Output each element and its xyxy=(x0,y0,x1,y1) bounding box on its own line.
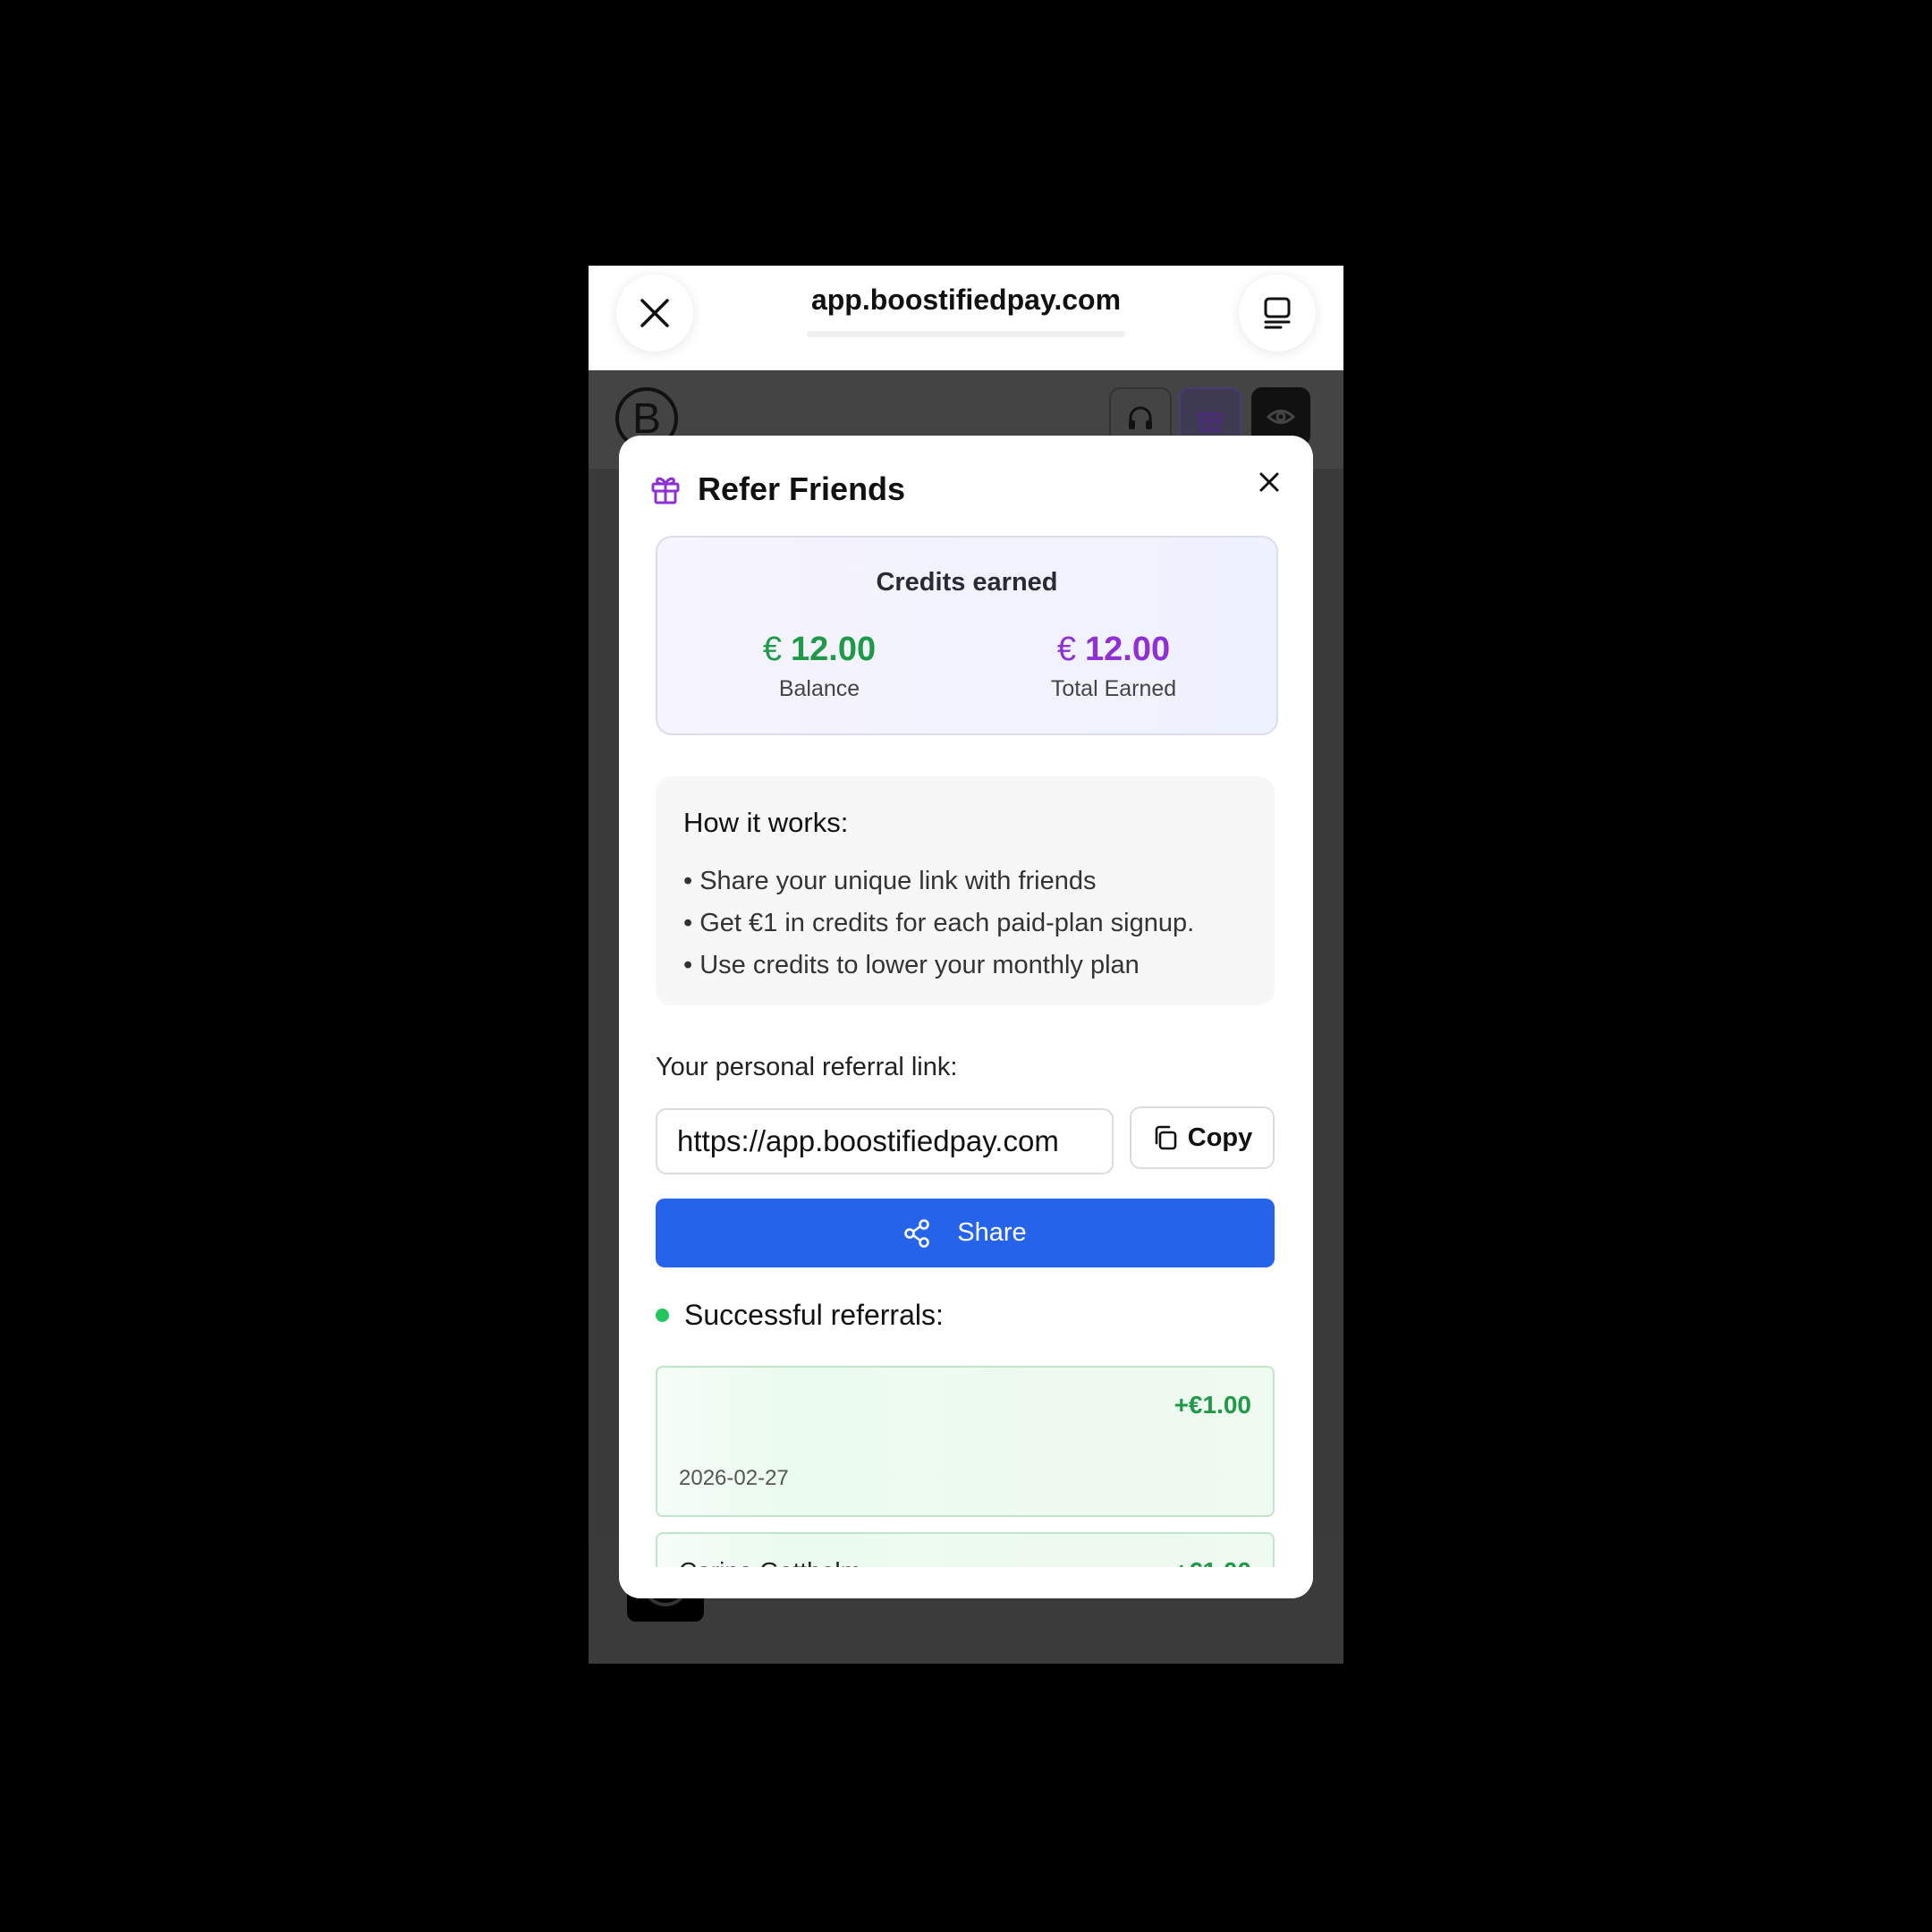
referral-link-input[interactable] xyxy=(656,1108,1114,1174)
currency-symbol: € xyxy=(1056,631,1077,668)
total-earned-stat: €12.00 Total Earned xyxy=(979,631,1248,702)
share-button-label: Share xyxy=(957,1218,1027,1247)
how-it-works-title: How it works: xyxy=(683,807,849,838)
gift-icon xyxy=(651,477,680,504)
copy-icon xyxy=(1155,1125,1177,1150)
how-it-works-item: • Use credits to lower your monthly plan xyxy=(683,951,1140,979)
modal-close-button[interactable] xyxy=(1250,462,1289,502)
share-button[interactable]: Share xyxy=(656,1199,1275,1267)
how-it-works-list: • Share your unique link with friends • … xyxy=(683,860,1194,987)
close-icon xyxy=(1259,472,1279,492)
referral-link-label: Your personal referral link: xyxy=(656,1053,958,1081)
balance-label: Balance xyxy=(778,676,860,701)
referral-item: +€1.00 2026-02-27 xyxy=(656,1366,1275,1517)
modal-header: Refer Friends xyxy=(649,462,905,516)
how-it-works-item: • Share your unique link with friends xyxy=(683,867,1097,895)
total-earned-label: Total Earned xyxy=(1050,676,1177,701)
credits-title: Credits earned xyxy=(876,568,1058,597)
share-icon xyxy=(904,1218,930,1248)
balance-amount: €12.00 xyxy=(685,631,953,669)
referral-date: 2026-02-27 xyxy=(679,1466,789,1490)
eye-icon xyxy=(1266,410,1296,424)
copy-button[interactable]: Copy xyxy=(1130,1106,1275,1169)
referral-amount: +€1.00 xyxy=(1174,1391,1251,1419)
total-earned-value: 12.00 xyxy=(1085,631,1171,668)
copy-button-label: Copy xyxy=(1187,1123,1253,1152)
how-it-works-card: How it works: • Share your unique link w… xyxy=(656,776,1275,1005)
total-earned-amount: €12.00 xyxy=(979,631,1248,669)
url-progress-bar xyxy=(807,331,1125,337)
balance-value: 12.00 xyxy=(791,631,877,668)
successful-referrals-header: Successful referrals: xyxy=(656,1299,944,1332)
browser-url[interactable]: app.boostifiedpay.com xyxy=(589,284,1343,317)
status-dot xyxy=(656,1309,669,1322)
refer-friends-modal: Refer Friends Credits earned €12.00 Bala… xyxy=(619,436,1313,1598)
credits-card: Credits earned €12.00 Balance €12.00 Tot… xyxy=(656,536,1278,735)
browser-bar: app.boostifiedpay.com xyxy=(589,266,1343,370)
how-it-works-item: • Get €1 in credits for each paid-plan s… xyxy=(683,909,1195,937)
successful-referrals-title: Successful referrals: xyxy=(684,1299,944,1331)
modal-title: Refer Friends xyxy=(698,470,906,507)
browser-tabs-button[interactable] xyxy=(1239,275,1316,352)
headset-icon xyxy=(1129,406,1152,429)
currency-symbol: € xyxy=(762,631,783,668)
phone-screen: app.boostifiedpay.com B Refer Friends Cr… xyxy=(589,266,1343,1664)
tabs-icon xyxy=(1264,297,1291,329)
balance-stat: €12.00 Balance xyxy=(685,631,953,702)
gift-icon xyxy=(1198,412,1223,432)
modal-bottom-edge xyxy=(619,1567,1313,1598)
